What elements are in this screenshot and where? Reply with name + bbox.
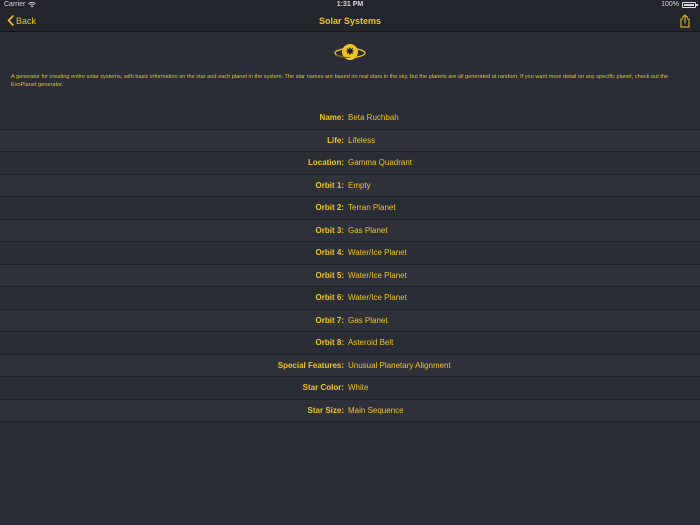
result-row: Orbit 1: Empty <box>0 174 700 197</box>
result-row: Orbit 4: Water/Ice Planet <box>0 242 700 265</box>
page-title: Solar Systems <box>318 16 382 26</box>
result-label: Orbit 1: <box>315 180 344 190</box>
battery-group: 100% <box>661 1 698 8</box>
result-label: Orbit 3: <box>315 225 344 235</box>
result-label: Orbit 4: <box>315 248 344 258</box>
result-value: Asteroid Belt <box>348 338 394 348</box>
result-value: Water/Ice Planet <box>348 248 407 258</box>
result-row: Orbit 5: Water/Ice Planet <box>0 264 700 287</box>
result-label: Orbit 2: <box>315 203 344 213</box>
result-value: White <box>348 383 369 393</box>
result-row: Star Size: Main Sequence <box>0 399 700 422</box>
result-value: Lifeless <box>348 135 376 145</box>
result-label: Special Features: <box>277 360 344 370</box>
result-row: Location: Gamma Quadrant <box>0 152 700 175</box>
result-label: Life: <box>327 135 344 145</box>
solar-system-icon <box>334 44 366 60</box>
result-label: Star Color: <box>302 383 344 393</box>
result-row: Orbit 7: Gas Planet <box>0 309 700 332</box>
result-row: Special Features: Unusual Planetary Align… <box>0 354 700 377</box>
result-value: Gamma Quadrant <box>348 158 413 168</box>
battery-icon <box>682 1 698 8</box>
result-value: Gas Planet <box>348 225 388 235</box>
result-value: Water/Ice Planet <box>348 293 407 303</box>
result-value: Beta Ruchbah <box>348 113 399 123</box>
result-value: Terran Planet <box>348 203 396 213</box>
result-label: Location: <box>308 158 344 168</box>
result-row: Name: Beta Ruchbah <box>0 107 700 130</box>
result-label: Orbit 8: <box>315 338 344 348</box>
result-value: Gas Planet <box>348 315 388 325</box>
result-row: Orbit 3: Gas Planet <box>0 219 700 242</box>
status-time: 1:31 PM <box>336 1 364 8</box>
result-row: Orbit 8: Asteroid Belt <box>0 332 700 355</box>
result-value: Empty <box>348 180 371 190</box>
result-value: Water/Ice Planet <box>348 270 407 280</box>
result-row: Star Color: White <box>0 377 700 400</box>
battery-percent: 100% <box>661 1 679 8</box>
result-label: Name: <box>319 113 344 123</box>
results-table: Name: Beta Ruchbah Life: Lifeless Location: G… <box>0 107 700 422</box>
result-value: Unusual Planetary Alignment <box>348 360 451 370</box>
result-label: Orbit 7: <box>315 315 344 325</box>
navigation-bar: Back Solar Systems <box>0 11 700 32</box>
generator-description: A generator for creating entire solar sy… <box>11 74 669 88</box>
result-label: Star Size: <box>307 405 344 415</box>
result-value: Main Sequence <box>348 405 404 415</box>
result-label: Orbit 6: <box>315 293 344 303</box>
result-row: Orbit 2: Terran Planet <box>0 197 700 220</box>
result-label: Orbit 5: <box>315 270 344 280</box>
result-row: Orbit 6: Water/Ice Planet <box>0 287 700 310</box>
result-row: Life: Lifeless <box>0 129 700 152</box>
status-bar: Carrier 1:31 PM 100% <box>0 0 700 11</box>
share-icon[interactable] <box>679 14 691 28</box>
